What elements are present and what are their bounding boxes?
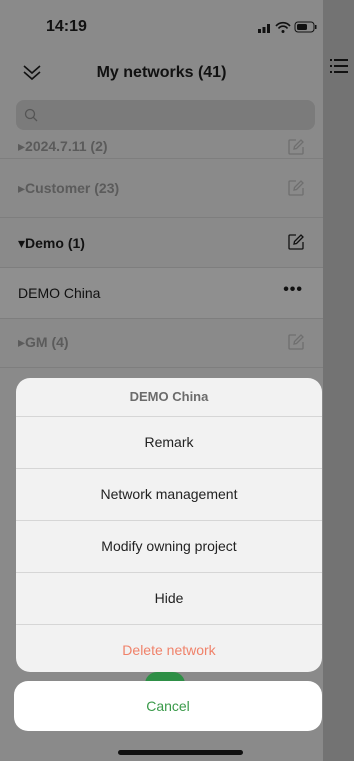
group-row-gm[interactable]: ▸GM (4) bbox=[0, 319, 323, 368]
hide-option[interactable]: Hide bbox=[16, 573, 322, 625]
search-icon bbox=[24, 108, 38, 122]
action-sheet-title: DEMO China bbox=[16, 378, 322, 417]
cancel-button[interactable]: Cancel bbox=[14, 681, 322, 731]
navbar: My networks (41) bbox=[0, 44, 323, 100]
more-icon[interactable]: ••• bbox=[283, 281, 303, 299]
group-label: ▾Demo (1) bbox=[18, 235, 85, 251]
network-label: DEMO China bbox=[18, 285, 101, 301]
right-panel-strip bbox=[323, 0, 354, 761]
modify-owning-project-option[interactable]: Modify owning project bbox=[16, 521, 322, 573]
screen: My networks (41) ▸2024.7.11 (2) ▸Custome… bbox=[0, 0, 354, 761]
status-icons bbox=[258, 21, 317, 33]
page-title: My networks (41) bbox=[96, 64, 227, 81]
home-indicator bbox=[118, 750, 243, 755]
group-label: ▸Customer (23) bbox=[18, 180, 120, 196]
edit-icon[interactable] bbox=[287, 138, 305, 156]
delete-network-option[interactable]: Delete network bbox=[16, 625, 322, 672]
list-menu-icon[interactable] bbox=[329, 56, 349, 76]
network-row-demo-china[interactable]: DEMO China ••• bbox=[0, 268, 323, 319]
group-row-customer[interactable]: ▸Customer (23) bbox=[0, 159, 323, 218]
group-row-demo[interactable]: ▾Demo (1) bbox=[0, 218, 323, 268]
edit-icon[interactable] bbox=[287, 333, 305, 351]
edit-icon[interactable] bbox=[287, 179, 305, 197]
search-input[interactable] bbox=[16, 100, 315, 130]
group-label: ▸2024.7.11 (2) bbox=[18, 138, 108, 154]
status-time: 14:19 bbox=[46, 18, 87, 35]
status-bar: 14:19 bbox=[0, 0, 354, 44]
group-row-2024[interactable]: ▸2024.7.11 (2) bbox=[0, 130, 323, 159]
group-label: ▸GM (4) bbox=[18, 334, 69, 350]
network-management-option[interactable]: Network management bbox=[16, 469, 322, 521]
edit-icon[interactable] bbox=[287, 233, 305, 251]
action-sheet: DEMO China Remark Network management Mod… bbox=[16, 378, 322, 672]
remark-option[interactable]: Remark bbox=[16, 417, 322, 469]
